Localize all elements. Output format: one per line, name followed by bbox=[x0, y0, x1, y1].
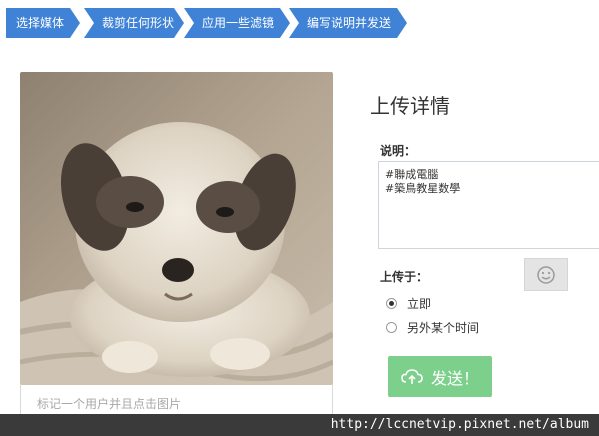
send-label: 发送！ bbox=[430, 368, 479, 388]
watermark-url: http://lccnetvip.pixnet.net/album bbox=[330, 417, 589, 432]
page-title: 上传详情 bbox=[370, 94, 450, 118]
step-select-media[interactable]: 选择媒体 bbox=[6, 8, 80, 38]
description-textarea[interactable]: #聯成電腦 #築鳥教星数學 bbox=[378, 161, 599, 249]
radio-button[interactable] bbox=[386, 322, 397, 333]
step-label: 裁剪任何形状 bbox=[102, 16, 175, 30]
description-line: #築鳥教星数學 bbox=[385, 182, 461, 195]
radio-button[interactable] bbox=[386, 298, 397, 309]
smiley-icon bbox=[537, 265, 555, 284]
step-label: 编写说明并发送 bbox=[307, 16, 392, 30]
cloud-upload-icon bbox=[401, 368, 423, 384]
radio-option-later[interactable]: 另外某个时间 bbox=[386, 319, 479, 336]
send-button[interactable]: 发送！ bbox=[388, 356, 492, 397]
photo-preview[interactable] bbox=[20, 72, 333, 385]
step-label: 应用一些滤镜 bbox=[202, 16, 275, 30]
radio-label: 立即 bbox=[407, 297, 432, 311]
step-filters[interactable]: 应用一些滤镜 bbox=[184, 8, 290, 38]
puppy-image bbox=[20, 72, 333, 385]
watermark-bar: http://lccnetvip.pixnet.net/album bbox=[0, 414, 599, 436]
description-label: 说明： bbox=[380, 144, 417, 158]
upload-time-label: 上传于： bbox=[380, 270, 429, 284]
radio-option-now[interactable]: 立即 bbox=[386, 295, 431, 312]
step-crop[interactable]: 裁剪任何形状 bbox=[84, 8, 184, 38]
step-write-send[interactable]: 编写说明并发送 bbox=[289, 8, 407, 38]
emoji-button[interactable] bbox=[524, 258, 568, 291]
tag-user-placeholder: 标记一个用户并且点击图片 bbox=[37, 397, 182, 411]
description-line: #聯成電腦 bbox=[385, 168, 439, 181]
step-label: 选择媒体 bbox=[16, 16, 65, 30]
radio-label: 另外某个时间 bbox=[407, 321, 480, 335]
